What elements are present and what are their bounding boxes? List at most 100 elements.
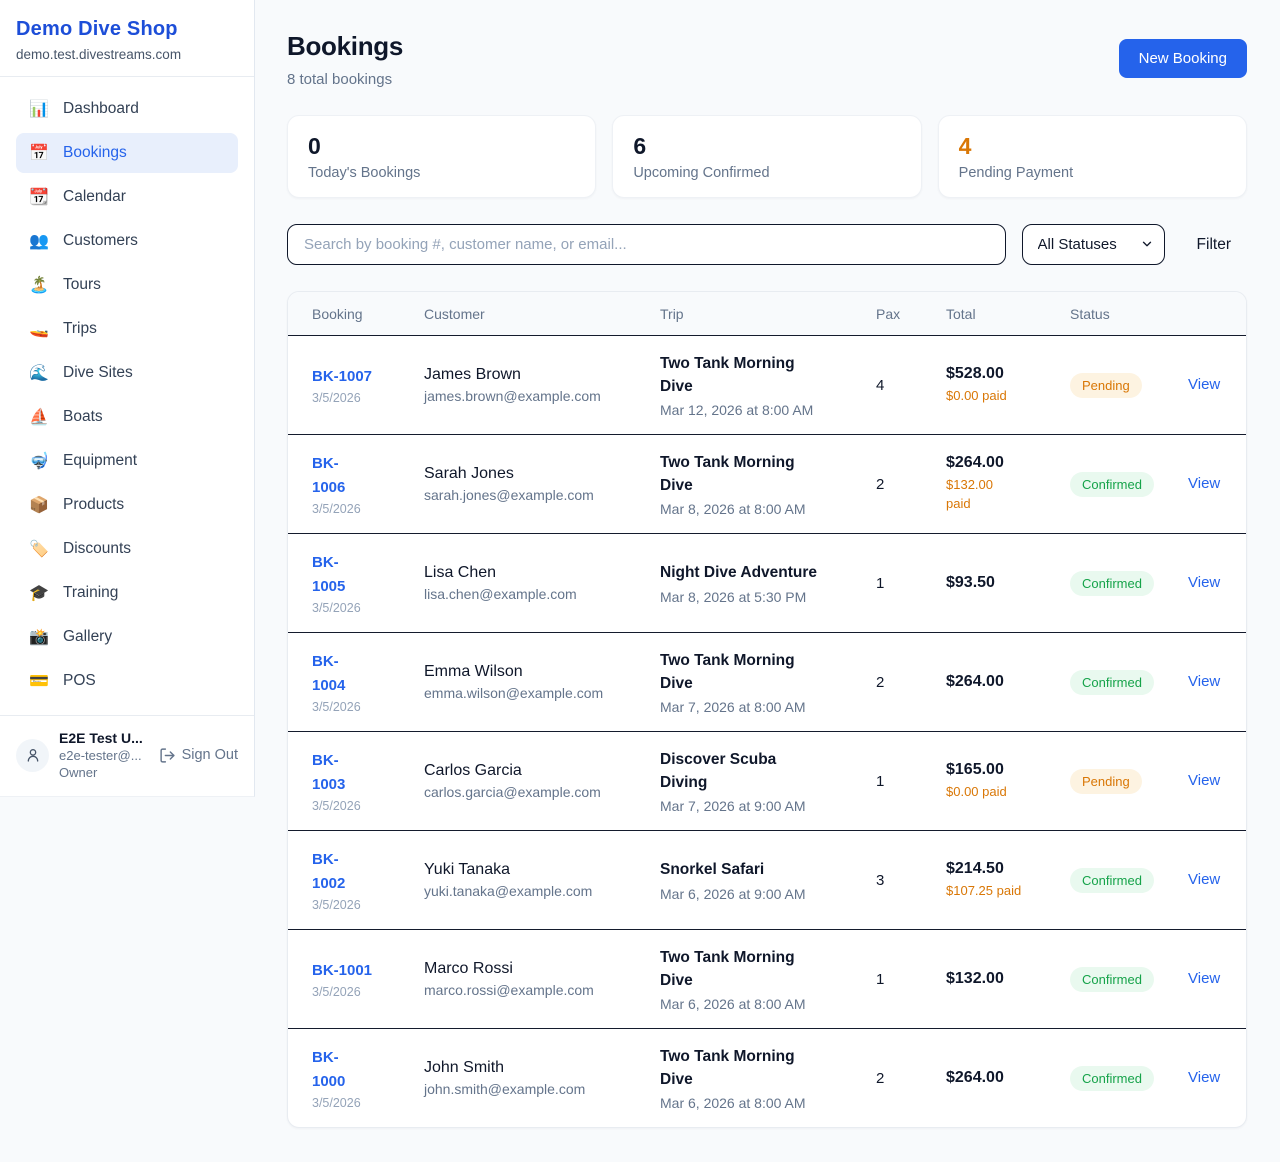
column-header-total: Total: [946, 306, 1070, 322]
sidebar-item-gallery[interactable]: 📸Gallery: [16, 617, 238, 657]
status-badge: Confirmed: [1070, 571, 1154, 596]
sidebar-item-boats[interactable]: ⛵Boats: [16, 397, 238, 437]
customer-email: lisa.chen@example.com: [424, 586, 646, 602]
view-link[interactable]: View: [1188, 871, 1220, 888]
package-icon: 📦: [28, 495, 50, 515]
booking-link[interactable]: BK-1001: [312, 959, 372, 982]
status-badge: Pending: [1070, 373, 1142, 398]
table-row: BK- 10033/5/2026 Carlos Garciacarlos.gar…: [288, 731, 1246, 830]
sidebar-item-tours[interactable]: 🏝️Tours: [16, 265, 238, 305]
sidebar-item-bookings[interactable]: 📅Bookings: [16, 133, 238, 173]
stat-card-pending-payment: 4 Pending Payment: [938, 115, 1247, 198]
sidebar-item-dashboard[interactable]: 📊Dashboard: [16, 89, 238, 129]
sidebar-item-customers[interactable]: 👥Customers: [16, 221, 238, 261]
sidebar: Demo Dive Shop demo.test.divestreams.com…: [0, 0, 255, 797]
customer-email: emma.wilson@example.com: [424, 685, 646, 701]
column-header-status: Status: [1070, 306, 1188, 322]
user-footer: E2E Test U... e2e-tester@... Owner Sign …: [0, 715, 254, 796]
page-title: Bookings: [287, 31, 403, 62]
trip-name: Discover Scuba Diving: [660, 748, 862, 795]
view-link[interactable]: View: [1188, 475, 1220, 492]
status-badge: Confirmed: [1070, 868, 1154, 893]
diving-mask-icon: 🤿: [28, 451, 50, 471]
sidebar-item-label: Equipment: [63, 452, 137, 470]
pax-count: 1: [876, 971, 946, 988]
table-row: BK- 10063/5/2026 Sarah Jonessarah.jones@…: [288, 434, 1246, 533]
pax-count: 1: [876, 773, 946, 790]
customer-name: Sarah Jones: [424, 465, 646, 483]
booking-link[interactable]: BK- 1006: [312, 452, 345, 499]
bookings-table: Booking Customer Trip Pax Total Status B…: [287, 291, 1247, 1128]
pax-count: 3: [876, 872, 946, 889]
booking-link[interactable]: BK- 1004: [312, 650, 345, 697]
paid-amount: $107.25 paid: [946, 882, 1056, 901]
search-input[interactable]: [287, 224, 1006, 265]
stat-card-todays-bookings: 0 Today's Bookings: [287, 115, 596, 198]
pax-count: 1: [876, 575, 946, 592]
customer-name: Emma Wilson: [424, 663, 646, 681]
stat-label: Today's Bookings: [308, 165, 575, 181]
sign-out-button[interactable]: Sign Out: [159, 747, 238, 764]
status-badge: Confirmed: [1070, 1066, 1154, 1091]
booking-link[interactable]: BK- 1003: [312, 749, 345, 796]
sidebar-item-label: Trips: [63, 320, 97, 338]
filter-button[interactable]: Filter: [1181, 236, 1247, 254]
sidebar-item-pos[interactable]: 💳POS: [16, 661, 238, 701]
camera-icon: 📸: [28, 627, 50, 647]
column-header-trip: Trip: [660, 306, 876, 322]
sidebar-item-dive-sites[interactable]: 🌊Dive Sites: [16, 353, 238, 393]
sidebar-item-label: Boats: [63, 408, 103, 426]
sidebar-item-label: Discounts: [63, 540, 131, 558]
sidebar-item-trips[interactable]: 🚤Trips: [16, 309, 238, 349]
trip-name: Two Tank Morning Dive: [660, 946, 862, 993]
sidebar-item-training[interactable]: 🎓Training: [16, 573, 238, 613]
view-link[interactable]: View: [1188, 673, 1220, 690]
view-link[interactable]: View: [1188, 376, 1220, 393]
avatar: [16, 739, 49, 772]
customer-name: Carlos Garcia: [424, 762, 646, 780]
table-header-row: Booking Customer Trip Pax Total Status: [288, 292, 1246, 335]
view-link[interactable]: View: [1188, 1069, 1220, 1086]
booking-date: 3/5/2026: [312, 985, 410, 999]
sidebar-item-products[interactable]: 📦Products: [16, 485, 238, 525]
customer-email: marco.rossi@example.com: [424, 982, 646, 998]
trip-datetime: Mar 8, 2026 at 5:30 PM: [660, 589, 862, 605]
trip-name: Two Tank Morning Dive: [660, 352, 862, 399]
booking-date: 3/5/2026: [312, 502, 410, 516]
sidebar-item-discounts[interactable]: 🏷️Discounts: [16, 529, 238, 569]
column-header-pax: Pax: [876, 306, 946, 322]
sidebar-item-label: POS: [63, 672, 96, 690]
table-row: BK-10073/5/2026 James Brownjames.brown@e…: [288, 335, 1246, 434]
view-link[interactable]: View: [1188, 772, 1220, 789]
trip-datetime: Mar 7, 2026 at 8:00 AM: [660, 699, 862, 715]
sidebar-item-equipment[interactable]: 🤿 Equipment: [16, 441, 238, 481]
booking-link[interactable]: BK- 1005: [312, 551, 345, 598]
total-amount: $528.00: [946, 365, 1056, 383]
sidebar-item-label: Calendar: [63, 188, 126, 206]
view-link[interactable]: View: [1188, 970, 1220, 987]
booking-link[interactable]: BK-1007: [312, 365, 372, 388]
booking-date: 3/5/2026: [312, 898, 410, 912]
new-booking-button[interactable]: New Booking: [1119, 39, 1247, 78]
booking-date: 3/5/2026: [312, 1096, 410, 1110]
booking-link[interactable]: BK- 1000: [312, 1046, 345, 1093]
sidebar-item-label: Training: [63, 584, 118, 602]
wave-icon: 🌊: [28, 363, 50, 383]
status-select-wrap: All Statuses: [1022, 224, 1165, 265]
status-select[interactable]: All Statuses: [1022, 224, 1165, 265]
table-row: BK- 1005 3/5/2026 Lisa Chen lisa.chen@exam…: [288, 533, 1246, 632]
total-amount: $264.00: [946, 673, 1056, 691]
stat-value: 4: [959, 133, 1226, 160]
booking-link[interactable]: BK- 1002: [312, 848, 345, 895]
trip-name: Two Tank Morning Dive: [660, 1045, 862, 1092]
shop-domain: demo.test.divestreams.com: [16, 47, 238, 62]
customer-name: Lisa Chen: [424, 564, 646, 582]
sidebar-item-calendar[interactable]: 📆Calendar: [16, 177, 238, 217]
view-link[interactable]: View: [1188, 574, 1220, 591]
user-name: E2E Test U...: [59, 730, 149, 746]
trip-datetime: Mar 6, 2026 at 9:00 AM: [660, 886, 862, 902]
status-badge: Confirmed: [1070, 472, 1154, 497]
trip-datetime: Mar 6, 2026 at 8:00 AM: [660, 1095, 862, 1111]
booking-date: 3/5/2026: [312, 601, 410, 615]
total-amount: $93.50: [946, 574, 1056, 592]
